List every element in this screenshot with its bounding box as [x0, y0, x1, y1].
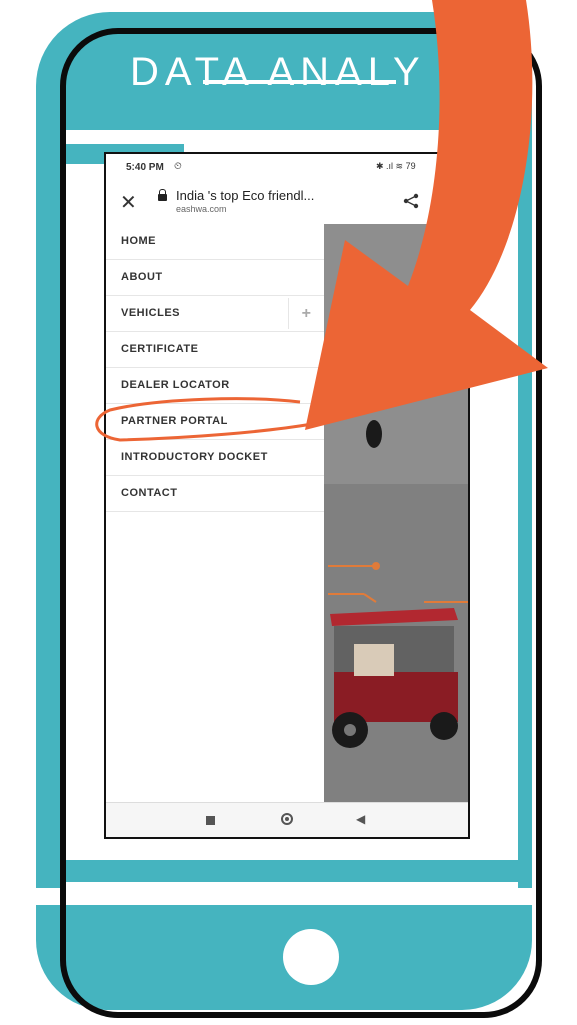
menu-item-about[interactable]: ABOUT	[106, 260, 324, 296]
status-time: 5:40 PM	[126, 162, 164, 173]
home-circle-icon[interactable]	[281, 813, 293, 825]
menu-item-label: INTRODUCTORY DOCKET	[121, 451, 268, 463]
menu-item-label: ABOUT	[121, 271, 163, 283]
menu-item-home[interactable]: HOME	[106, 224, 324, 260]
poster-title: DATA ANALY	[130, 50, 426, 94]
rickshaw-image	[328, 420, 468, 748]
page-title[interactable]: India 's top Eco friendl...	[176, 188, 314, 203]
menu-item-partner-portal[interactable]: PARTNER PORTAL	[106, 404, 324, 440]
hero-image	[324, 224, 468, 802]
close-icon[interactable]: ✕	[120, 190, 137, 215]
menu-item-label: DEALER LOCATOR	[121, 379, 230, 391]
side-menu: HOME ABOUT VEHICLES + CERTIFICATE DEALER …	[106, 224, 325, 802]
android-nav-bar: ◀	[106, 802, 468, 837]
phone-home-button	[283, 929, 339, 985]
share-icon[interactable]	[402, 192, 420, 210]
expand-plus-icon[interactable]: +	[288, 298, 324, 329]
menu-item-label: CERTIFICATE	[121, 343, 199, 355]
menu-item-vehicles[interactable]: VEHICLES +	[106, 296, 324, 332]
browser-url-bar: ✕ India 's top Eco friendl... eashwa.com	[106, 182, 468, 225]
menu-item-label: HOME	[121, 235, 156, 247]
page-domain: eashwa.com	[176, 204, 227, 214]
menu-item-contact[interactable]: CONTACT	[106, 476, 324, 512]
lock-icon	[158, 189, 167, 201]
menu-item-label: VEHICLES	[121, 307, 181, 319]
alarm-icon: ⏲	[174, 161, 182, 172]
status-bar: 5:40 PM ⏲ ✱ .ıl ≋ 79	[106, 154, 468, 182]
recents-square-icon[interactable]	[206, 816, 215, 825]
menu-item-dealer-locator[interactable]: DEALER LOCATOR	[106, 368, 324, 404]
back-triangle-icon[interactable]: ◀	[356, 812, 365, 826]
menu-item-certificate[interactable]: CERTIFICATE	[106, 332, 324, 368]
menu-item-introductory-docket[interactable]: INTRODUCTORY DOCKET	[106, 440, 324, 476]
phone-screen: 5:40 PM ⏲ ✱ .ıl ≋ 79 ✕ India 's top Eco …	[104, 152, 470, 839]
menu-item-label: CONTACT	[121, 487, 178, 499]
menu-item-label: PARTNER PORTAL	[121, 415, 228, 427]
title-underline	[203, 80, 396, 84]
status-icons: ✱ .ıl ≋ 79	[376, 161, 416, 171]
